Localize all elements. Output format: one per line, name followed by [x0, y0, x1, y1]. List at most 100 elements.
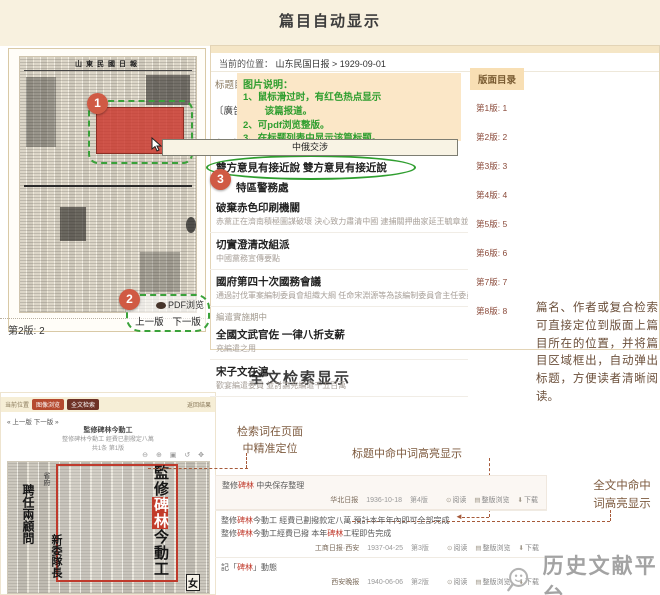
- panel-header-strip: [211, 46, 659, 53]
- result-text: 整修: [221, 516, 237, 525]
- result-text: 今動工經費已撥 本年: [253, 529, 327, 538]
- notes-lines: 1、鼠标滑过时，有红色热点显示 该篇报道。2、可pdf浏览整版。3、在标题列表中…: [243, 91, 455, 146]
- article-title-link[interactable]: 全國文武官佐 一律八折支薪: [210, 323, 468, 343]
- toolbar-right-label[interactable]: 返回结果: [187, 400, 211, 409]
- newspaper-scan-fulltext[interactable]: 監修碑林今動工 省府 聘任兩顧問 新委隊長 女: [7, 461, 210, 594]
- article-subtitle: 中國黨務宣傳要點: [210, 253, 468, 269]
- callout-badge-3: 3: [210, 169, 231, 190]
- article-title-link[interactable]: 宋子文在滬: [210, 360, 468, 380]
- newsprint-texture: [140, 252, 180, 292]
- fullpage-icon: ▤: [475, 545, 481, 552]
- image-browse-button[interactable]: 图像浏览: [32, 399, 64, 410]
- article-title-link[interactable]: 國府第四十次國務會議: [210, 270, 468, 290]
- article-pretitle: 編遣實施期中: [210, 307, 468, 323]
- result-page: 第4版: [410, 497, 428, 504]
- article-item: 編遣實施期中全國文武官佐 一律八折支薪充編遣之用: [210, 307, 468, 360]
- search-result-row: 整修碑林今動工 經費已劃撥款定八萬 預計本年年內即可全部完成整修碑林今動工經費已…: [215, 510, 547, 557]
- prev-page-link[interactable]: 上一版: [135, 317, 164, 328]
- newsprint-rule: [24, 185, 192, 187]
- newspaper-scan-image[interactable]: 山東民國日報: [19, 56, 197, 313]
- result-text: 今動工 經費已劃撥款定八萬 預計本年年內即可全部完成: [253, 516, 449, 525]
- read-icon: ⊙: [447, 545, 452, 552]
- result-text: 記「: [221, 563, 237, 572]
- breadcrumb-path[interactable]: 山东民国日报 > 1929-09-01: [276, 59, 386, 69]
- notes-title: 图片说明：: [243, 76, 455, 91]
- viewer-article-subtitle: 整修碑林今動工 經費已劃撥定八萬: [1, 434, 215, 443]
- article-title-link[interactable]: 雙方意見有接近說 雙方意見有接近說: [210, 156, 468, 176]
- article-title-link[interactable]: 切實澄清改組派: [210, 233, 468, 253]
- article-item: 宋子文在滬歡宴編遣委員 並討論充編遣千五百萬: [210, 360, 468, 397]
- page-catalog-item[interactable]: 第2版: 2: [470, 121, 532, 150]
- result-action-read[interactable]: ⊙阅读: [446, 497, 466, 504]
- article-subtitle: 通過討伐軍案編制委員會組織大綱 任命宋淵源等為該編制委員會主任委員 任命孫祥熙為…: [210, 290, 468, 306]
- next-page-link[interactable]: 下一版: [172, 317, 201, 328]
- annotation-title-highlight: 标题中命中词高亮显示: [352, 446, 462, 463]
- magnifier-logo-icon: [505, 562, 536, 595]
- highlighted-keyword: 碑林: [237, 516, 253, 525]
- viewer-toolbar: 当前位置 图像浏览 全文检索 返回结果: [1, 397, 215, 412]
- result-title-line[interactable]: 整修碑林今動工 經費已劃撥款定八萬 預計本年年內即可全部完成: [215, 514, 547, 527]
- download-icon: ⬇: [518, 497, 523, 504]
- callout-badge-1: 1: [87, 93, 108, 114]
- platform-logo: 历史文献平台: [505, 550, 660, 595]
- result-action-read[interactable]: ⊙阅读: [447, 545, 467, 552]
- result-text: 整修: [221, 529, 237, 538]
- article-title-link[interactable]: 特區警務處: [210, 176, 468, 196]
- page-catalog-label: 版面目录: [470, 68, 524, 90]
- headline4-boxed: 女: [186, 574, 200, 591]
- result-title-line[interactable]: 整修碑林 中央保存整理: [216, 479, 546, 492]
- fulltext-viewer-panel: 当前位置 图像浏览 全文检索 返回结果 « 上一版 下一版 » 監修碑林今動工 …: [0, 392, 216, 595]
- page-catalog-list: 第1版: 1第2版: 2第3版: 3第4版: 4第5版: 5第6版: 6第7版:…: [470, 92, 532, 324]
- result-action-download[interactable]: ⬇下载: [518, 497, 538, 504]
- toolbar-left-label: 当前位置: [5, 400, 29, 409]
- read-icon: ⊙: [447, 579, 452, 586]
- page-catalog-item[interactable]: 第7版: 7: [470, 266, 532, 295]
- newspaper-thumbnail-panel: 山東民國日報 1 2: [8, 48, 206, 332]
- result-action-read[interactable]: ⊙阅读: [447, 579, 467, 586]
- page-catalog-item[interactable]: 第4版: 4: [470, 179, 532, 208]
- result-action-fullpage[interactable]: ▤整版浏览: [474, 497, 509, 504]
- read-icon: ⊙: [446, 497, 451, 504]
- highlighted-keyword: 碑林: [237, 563, 253, 572]
- image-notes-box: 图片说明： 1、鼠标滑过时，有红色热点显示 该篇报道。2、可pdf浏览整版。3、…: [237, 73, 461, 141]
- breadcrumb-label: 当前的位置：: [219, 59, 273, 69]
- callout-badge-2: 2: [119, 289, 140, 310]
- newspaper-masthead: 山東民國日報: [20, 59, 196, 69]
- article-title-list: 雙方意見有接近說 雙方意見有接近說特區警務處破棄赤色印刷機關赤黨正在濟南積極圖謀…: [210, 156, 468, 397]
- article-item: 國府第四十次國務會議通過討伐軍案編制委員會組織大綱 任命宋淵源等為該編制委員會主…: [210, 270, 468, 307]
- newsprint-texture: [26, 77, 56, 147]
- search-result-row: 整修碑林 中央保存整理华北日报1936-10-18第4版⊙阅读▤整版浏览⬇下载: [215, 475, 547, 510]
- article-subtitle: 歡宴編遣委員 並討論充編遣千五百萬: [210, 380, 468, 396]
- result-page: 第3版: [411, 545, 429, 552]
- result-source: 工商日报·西安: [315, 545, 359, 552]
- page-catalog-item[interactable]: 第5版: 5: [470, 208, 532, 237]
- page-catalog-item[interactable]: 第8版: 8: [470, 295, 532, 324]
- connector-line: [246, 453, 247, 468]
- action-label: 下载: [524, 497, 538, 504]
- result-text: 中央保存整理: [254, 481, 304, 490]
- result-text: 整修: [222, 481, 238, 490]
- action-label: 阅读: [452, 497, 466, 504]
- result-title-line[interactable]: 記「碑林」動態: [215, 561, 547, 574]
- highlighted-keyword: 碑林: [238, 481, 254, 490]
- result-text: 工程即告完成: [343, 529, 391, 538]
- hover-tooltip: 中俄交涉: [162, 139, 458, 156]
- page-catalog-item[interactable]: 第3版: 3: [470, 150, 532, 179]
- viewer-zoom-tools[interactable]: ⊖ ⊕ ▣ ↺ ✥: [142, 451, 207, 459]
- fulltext-search-button[interactable]: 全文检索: [67, 399, 99, 410]
- result-source: 西安晚报: [331, 579, 359, 586]
- article-item: 特區警務處: [210, 176, 468, 196]
- article-subtitle: 充編遣之用: [210, 343, 468, 359]
- newsprint-texture: [60, 207, 86, 241]
- result-title-line[interactable]: 整修碑林今動工經費已撥 本年碑林工程即告完成: [215, 527, 547, 540]
- page-catalog-item[interactable]: 第1版: 1: [470, 92, 532, 121]
- page-catalog-item[interactable]: 第6版: 6: [470, 237, 532, 266]
- pdf-view-link[interactable]: PDF浏览: [168, 300, 204, 310]
- annotation-fulltext-highlight: 全文中命中 词高亮显示: [584, 478, 660, 514]
- article-title-link[interactable]: 破棄赤色印刷機關: [210, 196, 468, 216]
- search-result-row: 記「碑林」動態西安晚报1940-06-06第2版⊙阅读▤整版浏览⬇下载: [215, 557, 547, 591]
- result-page: 第2版: [411, 579, 429, 586]
- annotation-precise-locate: 检索词在页面 中精准定位: [222, 424, 318, 458]
- article-item: 雙方意見有接近說 雙方意見有接近說: [210, 156, 468, 176]
- page: 篇目自动显示 山東民國日報 1 2 第2版: 2 PDF浏览 上一版 下一版: [0, 0, 660, 595]
